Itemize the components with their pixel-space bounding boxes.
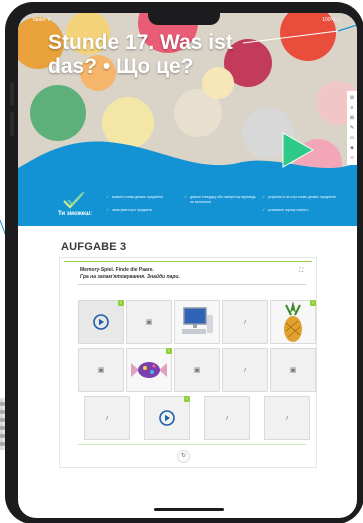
skill-item: запитувати про предмети <box>106 208 180 213</box>
memory-card-audio[interactable]: ♪ <box>84 396 130 440</box>
instruction-ukrainian: Гра на запам'ятовування. Знайди пари. <box>80 274 180 280</box>
play-circle-icon <box>159 410 175 426</box>
lesson-hero: Stunde 17. Was ist das? • Що це? <box>18 13 357 188</box>
instruction-divider <box>78 284 306 285</box>
found-badge: ✓ <box>166 348 172 354</box>
home-indicator[interactable] <box>154 508 224 511</box>
memory-card-image[interactable]: ▣ <box>78 348 124 392</box>
memory-card-computer[interactable] <box>174 300 220 344</box>
card-bottom-line <box>78 444 306 445</box>
monitor-icon[interactable]: ▭ <box>350 135 355 141</box>
music-note-icon: ♪ <box>243 366 247 374</box>
music-note-icon: ♪ <box>285 414 289 422</box>
volume-down-button <box>10 112 14 136</box>
pineapple-picture-icon <box>284 301 302 342</box>
memory-card-image[interactable]: ▣ <box>174 348 220 392</box>
task-title: AUFGABE 3 <box>61 241 127 253</box>
memory-card-image[interactable]: ▣ <box>270 348 316 392</box>
memory-card-pineapple[interactable]: ✓ <box>270 300 316 344</box>
pencil-icon[interactable]: ✎ <box>350 125 355 131</box>
play-circle-icon <box>93 314 109 330</box>
candy-picture-icon <box>131 362 167 378</box>
camera-notch <box>148 11 220 25</box>
share-icon[interactable]: ⋖ <box>350 155 355 161</box>
play-badge-icon[interactable] <box>281 131 315 169</box>
memory-card-candy[interactable]: ✓ <box>126 348 172 392</box>
found-badge: ✓ <box>118 300 124 306</box>
checkmarks-logo-icon <box>63 191 85 209</box>
skill-item: розрізняти на слух назви деяких предметі… <box>262 195 336 200</box>
list-icon[interactable]: ≡ <box>350 105 355 111</box>
grid-icon[interactable]: ⊞ <box>350 115 355 121</box>
computer-picture-icon <box>182 307 213 334</box>
tag-icon[interactable]: ◈ <box>350 145 355 151</box>
music-note-icon: ♪ <box>243 318 247 326</box>
fullscreen-icon[interactable]: ⛶ <box>299 268 303 275</box>
found-badge: ✓ <box>184 396 190 402</box>
card-top-line <box>64 261 312 262</box>
image-icon: ▣ <box>145 319 153 326</box>
memory-card-audio[interactable]: ♪ <box>264 396 310 440</box>
skill-item: розвивати зорову пам'ять <box>262 208 336 213</box>
found-badge: ✓ <box>310 300 316 306</box>
lesson-title: Stunde 17. Was ist das? • Що це? <box>48 31 233 78</box>
memory-card-image[interactable]: ▣ <box>126 300 172 344</box>
memory-card-video[interactable]: ✓ <box>144 396 190 440</box>
skill-item: давати стверджу або заперечну відповідь … <box>184 195 258 204</box>
image-icon: ▣ <box>193 367 201 374</box>
memory-card-audio[interactable]: ♪ <box>204 396 250 440</box>
tablet-frame: Tablet ᯤ 100% ▭ Stunde 17. Was ist das? … <box>5 2 363 523</box>
page: ░░░░ ▒▒▒▒ ░░░ ▒▒▒▒ ░░░░ ▒▒▒ ░░░░ ▒▒▒▒ ░░░ ▒▒▒ ░░░░… <box>0 0 363 523</box>
skills-band: Ти зможеш: вивчити назви деяких предметі… <box>18 188 357 226</box>
skills-label: Ти зможеш: <box>58 211 93 217</box>
battery-label: 100% ▭ <box>322 17 341 23</box>
music-note-icon: ♪ <box>105 414 109 422</box>
memory-card-audio[interactable]: ♪ <box>222 348 268 392</box>
gear-icon[interactable]: ⚙ <box>350 95 355 101</box>
side-toolbar: ⚙ ≡ ⊞ ✎ ▭ ◈ ⋖ <box>347 91 357 165</box>
carrier-label: Tablet ᯤ <box>32 17 52 23</box>
skill-item: вивчити назви деяких предметів <box>106 195 180 200</box>
reset-button[interactable]: ↻ <box>177 450 190 463</box>
image-icon: ▣ <box>289 367 297 374</box>
volume-up-button <box>10 82 14 106</box>
memory-game-card: Memory-Spiel. Finde die Paare. Гра на за… <box>59 257 317 468</box>
image-icon: ▣ <box>97 367 105 374</box>
tablet-screen: Tablet ᯤ 100% ▭ Stunde 17. Was ist das? … <box>18 13 357 518</box>
instruction-german: Memory-Spiel. Finde die Paare. <box>80 267 154 273</box>
memory-card-audio[interactable]: ♪ <box>222 300 268 344</box>
music-note-icon: ♪ <box>225 414 229 422</box>
memory-card-video[interactable]: ✓ <box>78 300 124 344</box>
